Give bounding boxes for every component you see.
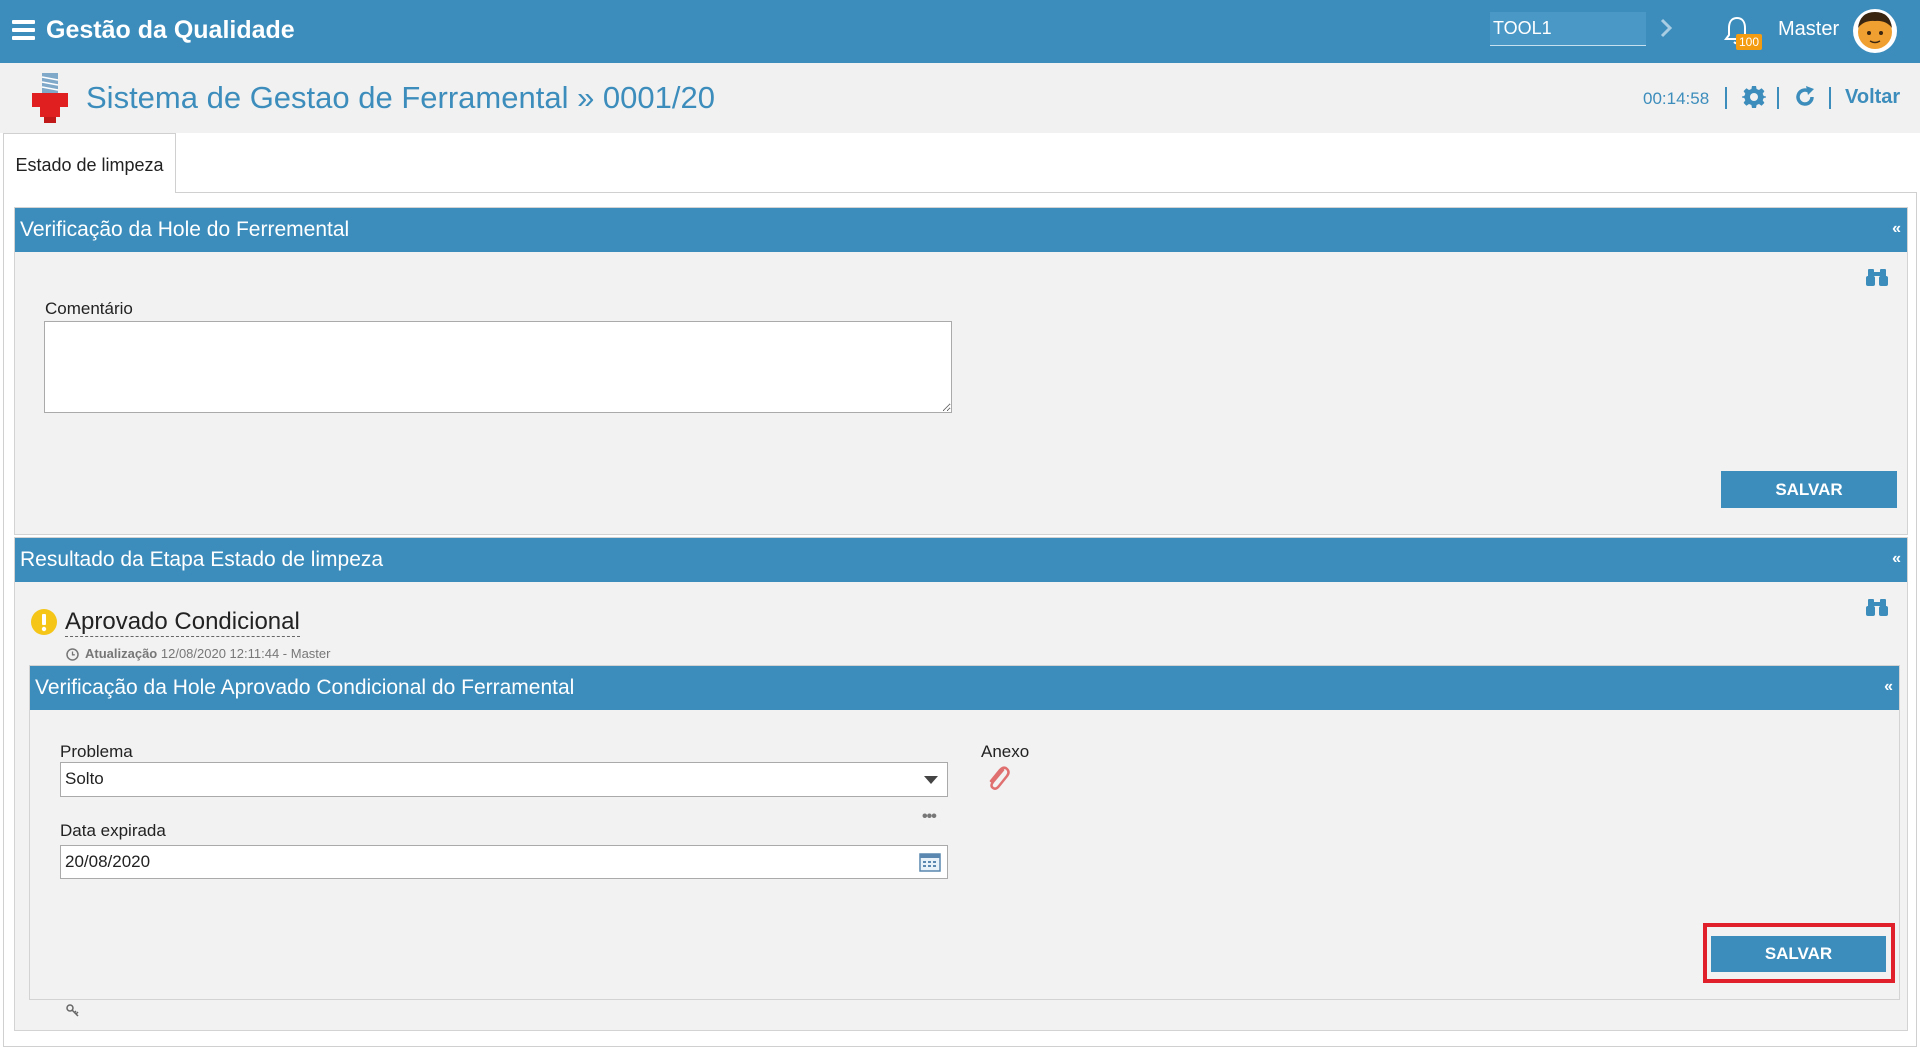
attachment-label: Anexo xyxy=(981,742,1030,761)
problem-select[interactable]: Solto xyxy=(60,762,948,797)
top-navbar: Gestão da Qualidade 100 Master xyxy=(0,0,1920,63)
expiry-value: 20/08/2020 xyxy=(65,852,151,871)
more-options-icon[interactable]: ••• xyxy=(922,808,937,826)
header-divider xyxy=(1829,87,1831,109)
avatar[interactable] xyxy=(1852,8,1898,54)
refresh-icon[interactable] xyxy=(1793,85,1817,109)
header-divider xyxy=(1777,87,1779,109)
session-timer: 00:14:58 xyxy=(1643,89,1710,108)
problem-label: Problema xyxy=(60,742,133,761)
binoculars-icon[interactable] xyxy=(1866,596,1888,618)
panel-title: Verificação da Hole Aprovado Condicional… xyxy=(35,676,575,699)
gear-icon[interactable] xyxy=(1742,85,1766,109)
comment-label: Comentário xyxy=(45,299,133,318)
header-divider xyxy=(1725,87,1727,109)
calendar-icon[interactable] xyxy=(919,852,941,872)
paperclip-icon[interactable] xyxy=(985,764,1011,792)
update-timestamp: 12/08/2020 12:11:44 - Master xyxy=(160,646,331,661)
collapse-icon[interactable]: « xyxy=(1892,550,1901,568)
update-label: Atualização xyxy=(85,646,158,661)
user-name[interactable]: Master xyxy=(1778,18,1839,41)
back-link[interactable]: Voltar xyxy=(1845,86,1900,109)
hamburger-menu-icon[interactable] xyxy=(12,20,35,40)
panel-verificacao-header[interactable]: Verificação da Hole do Ferremental « xyxy=(15,208,1907,252)
panel-resultado-header[interactable]: Resultado da Etapa Estado de limpeza « xyxy=(15,538,1907,582)
collapse-icon[interactable]: « xyxy=(1884,678,1893,696)
status-text[interactable]: Aprovado Condicional xyxy=(65,608,300,637)
notification-badge: 100 xyxy=(1736,34,1763,50)
tool-search-input[interactable] xyxy=(1490,12,1646,46)
save-comment-button[interactable]: SALVAR xyxy=(1721,471,1897,508)
panel-verificacao: Verificação da Hole do Ferremental « Com… xyxy=(14,207,1908,535)
update-info: Atualização 12/08/2020 12:11:44 - Master xyxy=(85,646,330,661)
panel-condicional: Verificação da Hole Aprovado Condicional… xyxy=(29,665,1900,1000)
comment-textarea[interactable] xyxy=(44,321,952,413)
chevron-right-icon[interactable] xyxy=(1657,13,1677,43)
collapse-icon[interactable]: « xyxy=(1892,220,1901,238)
highlight-box xyxy=(1703,923,1895,983)
problem-value: Solto xyxy=(65,769,104,788)
clock-icon xyxy=(66,648,79,661)
warning-icon xyxy=(31,609,57,635)
panel-title: Verificação da Hole do Ferremental xyxy=(20,218,350,241)
key-icon[interactable] xyxy=(66,1004,80,1018)
panel-title: Resultado da Etapa Estado de limpeza xyxy=(20,548,384,571)
expiry-label: Data expirada xyxy=(60,821,166,840)
panel-condicional-header[interactable]: Verificação da Hole Aprovado Condicional… xyxy=(30,666,1899,710)
tab-estado-de-limpeza[interactable]: Estado de limpeza xyxy=(3,133,176,193)
expiry-date-input[interactable]: 20/08/2020 xyxy=(60,845,948,879)
chevron-down-icon[interactable] xyxy=(923,775,939,785)
page-title: Sistema de Gestao de Ferramental » 0001/… xyxy=(86,80,715,115)
binoculars-icon[interactable] xyxy=(1866,266,1888,288)
page-header: Sistema de Gestao de Ferramental » 0001/… xyxy=(0,63,1920,133)
app-title: Gestão da Qualidade xyxy=(46,16,295,44)
tooling-logo-icon xyxy=(32,73,68,123)
